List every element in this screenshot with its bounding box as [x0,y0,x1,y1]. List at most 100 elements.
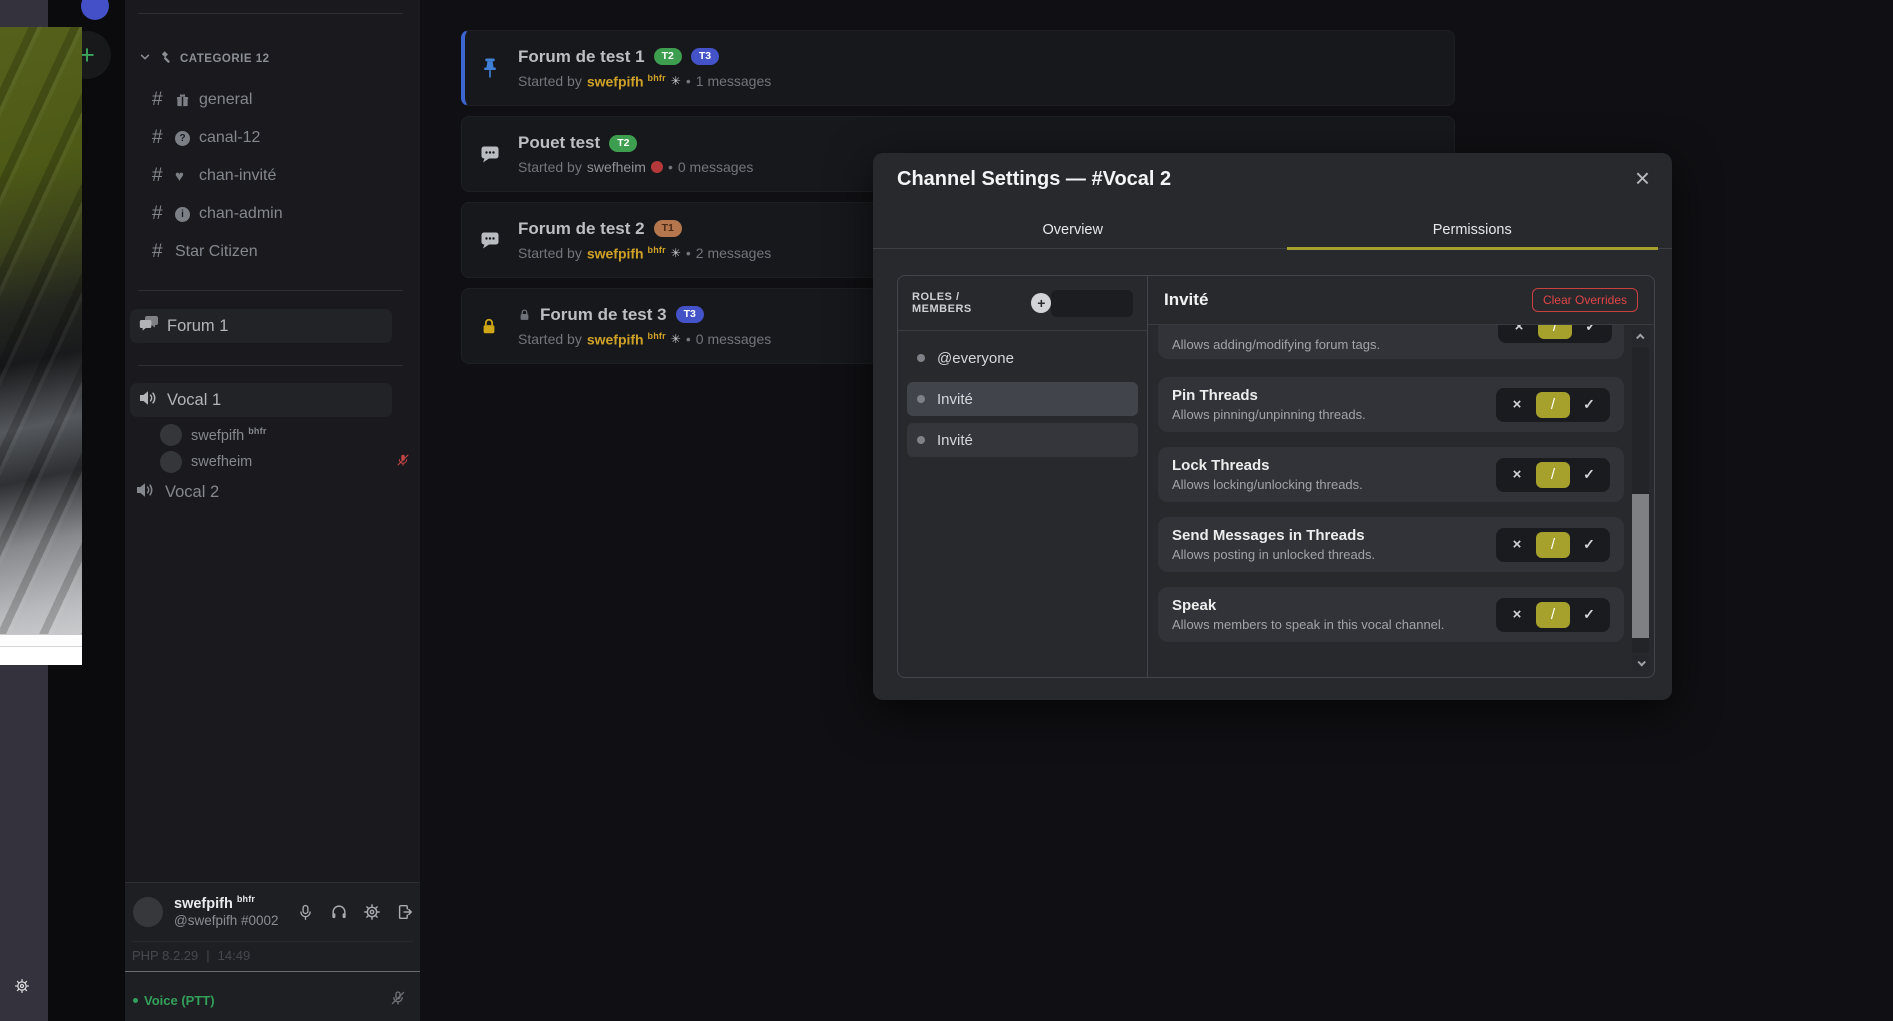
bullet: • [686,73,691,89]
roles-search-box[interactable] [1051,290,1133,317]
username: swefpifh bhfr [174,894,279,913]
neutral-button[interactable]: / [1536,462,1570,488]
message-count: 0 messages [678,159,753,175]
clear-overrides-button[interactable]: Clear Overrides [1532,288,1638,312]
voice-user-name: swefheim [191,454,252,470]
photo-toolbar [0,634,82,647]
sidebar-channel-star-citizen[interactable]: # Star Citizen [125,233,420,271]
permission-name: Send Messages in Threads [1172,527,1375,544]
sparkle-emoji: ✳ [671,246,681,260]
permission-toggle: × / ✓ [1498,325,1612,343]
photo-window [0,27,82,665]
thread-author: swefpifh bhfr [587,331,666,348]
deny-button[interactable]: × [1502,325,1536,339]
channel-name: chan-invité [199,167,276,185]
thread-meta: Started by swefpifh bhfr ✳ • 0 messages [518,331,771,348]
logout-icon[interactable] [395,903,414,922]
voice-user-swefpifh[interactable]: swefpifh bhfr [160,424,267,446]
allow-button[interactable]: ✓ [1572,392,1606,418]
avatar [160,451,182,473]
status-bar: PHP 8.2.29 | 14:49 [132,941,413,969]
neutral-button[interactable]: / [1536,602,1570,628]
deny-button[interactable]: × [1500,392,1534,418]
neutral-button[interactable]: / [1536,532,1570,558]
neutral-button[interactable]: / [1536,392,1570,418]
chevron-down-icon [139,50,151,68]
neutral-button[interactable]: / [1538,325,1572,339]
headphones-icon[interactable] [329,903,348,922]
channel-settings-modal: Channel Settings — #Vocal 2 × Overview P… [873,153,1672,700]
channel-list: # general # ? canal-12 # ♥ chan-invité #… [125,81,420,271]
tab-permissions[interactable]: Permissions [1273,211,1673,248]
permission-name: Pin Threads [1172,387,1366,404]
scrollbar-thumb[interactable] [1632,494,1649,638]
channel-name: general [199,91,252,109]
voice-channel-vocal-2[interactable]: Vocal 2 [135,481,219,504]
tag-badge: T3 [676,306,704,323]
voice-channel-vocal-1[interactable]: Vocal 1 [130,383,392,417]
sidebar-channel-chan-invite[interactable]: # ♥ chan-invité [125,157,420,195]
tag-badge: T3 [691,48,719,65]
scrollbar-track[interactable] [1632,347,1649,653]
permissions-panel: Invité Clear Overrides Allows adding/mod… [1148,276,1654,677]
microphone-icon[interactable] [296,903,315,922]
channel-name: chan-admin [199,205,283,223]
gift-icon [175,93,199,108]
user-panel: swefpifh bhfr @swefpifh #0002 [133,895,414,929]
channel-name: Star Citizen [175,243,258,261]
permissions-header: Invité Clear Overrides [1148,276,1654,325]
deny-button[interactable]: × [1500,462,1534,488]
thread-card[interactable]: Forum de test 1 T2 T3 Started by swefpif… [461,30,1455,106]
settings-gear-icon[interactable] [14,978,30,999]
hash-icon: # [152,127,175,149]
role-item-invite-1[interactable]: Invité [907,382,1138,416]
deny-button[interactable]: × [1500,602,1534,628]
allow-button[interactable]: ✓ [1572,602,1606,628]
voice-user-swefheim[interactable]: swefheim [160,451,410,473]
mic-off-icon[interactable] [390,990,406,1011]
allow-button[interactable]: ✓ [1572,532,1606,558]
sparkle-emoji: ✳ [671,332,681,346]
category-row[interactable]: CATEGORIE 12 [139,50,270,68]
sidebar-channel-canal-12[interactable]: # ? canal-12 [125,119,420,157]
avatar[interactable] [133,897,163,927]
forum-channel[interactable]: Forum 1 [130,309,392,343]
bullet: • [686,245,691,261]
angry-emoji [651,161,663,173]
gear-icon[interactable] [362,903,381,922]
scrollbar[interactable] [1632,329,1649,671]
permission-name: Lock Threads [1172,457,1363,474]
server-icon[interactable] [81,0,109,20]
channel-name: canal-12 [199,129,260,147]
sidebar-channel-general[interactable]: # general [125,81,420,119]
permission-row: Send Messages in Threads Allows posting … [1158,517,1624,572]
add-role-button[interactable]: + [1031,293,1051,313]
hash-icon: # [152,203,175,225]
tag-badge: T1 [654,220,682,237]
modal-tabs: Overview Permissions [873,211,1672,249]
message-icon [480,230,518,250]
divider [138,365,403,366]
scroll-down-button[interactable] [1632,655,1649,671]
roles-list: @everyone Invité Invité [898,331,1147,464]
permission-row: Lock Threads Allows locking/unlocking th… [1158,447,1624,502]
deny-button[interactable]: × [1500,532,1534,558]
permissions-body: ROLES / MEMBERS + @everyone Invité [897,275,1655,678]
message-count: 2 messages [696,245,771,261]
role-item-everyone[interactable]: @everyone [907,341,1138,375]
speaker-icon [135,481,157,504]
photo-statusbar [0,647,82,665]
sidebar-channel-chan-admin[interactable]: # i chan-admin [125,195,420,233]
chevron-down-icon [1637,658,1645,666]
message-count: 1 messages [696,73,771,89]
tab-overview[interactable]: Overview [873,211,1273,248]
role-item-invite-2[interactable]: Invité [907,423,1138,457]
user-tag-badge: bhfr [237,894,255,904]
thread-title: Forum de test 1 [518,47,645,67]
allow-button[interactable]: ✓ [1572,462,1606,488]
scroll-up-button[interactable] [1632,329,1649,345]
permission-desc: Allows pinning/unpinning threads. [1172,407,1366,422]
heart-icon: ♥ [175,169,199,184]
close-icon[interactable]: × [1635,163,1650,194]
allow-button[interactable]: ✓ [1574,325,1608,339]
